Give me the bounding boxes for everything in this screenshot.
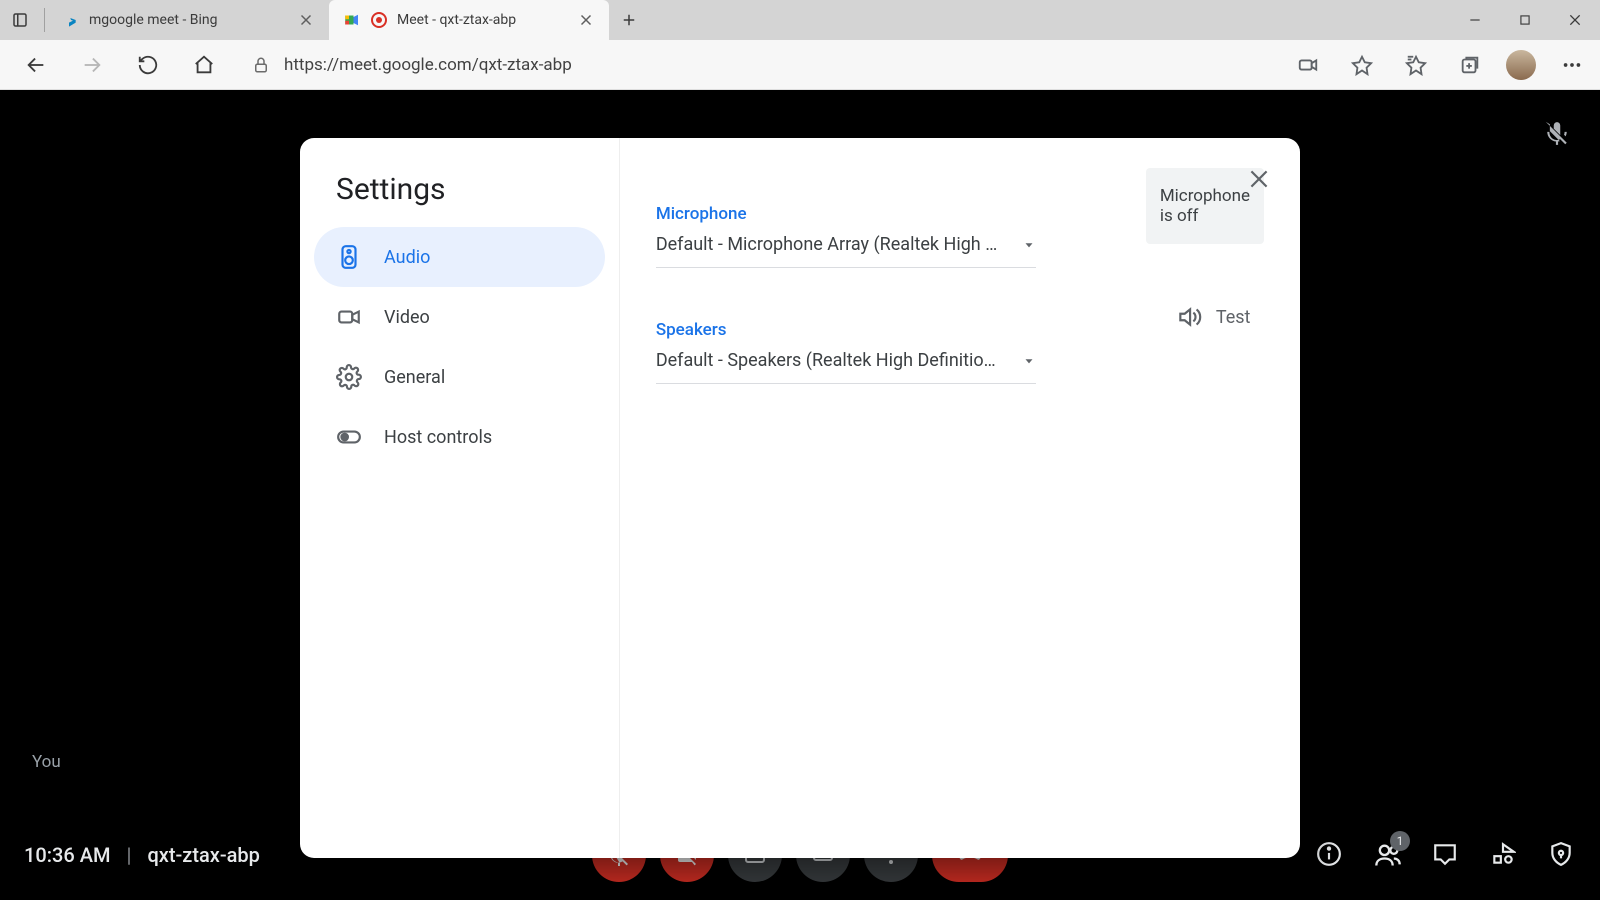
- speaker-icon: [336, 244, 362, 270]
- speakers-section-label: Speakers: [656, 320, 1036, 340]
- tab-bing[interactable]: mgoogle meet - Bing: [49, 0, 329, 40]
- browser-tabstrip: mgoogle meet - Bing Meet - qxt-ztax-abp: [0, 0, 1600, 40]
- dialog-title: Settings: [314, 172, 605, 227]
- close-icon[interactable]: [577, 11, 595, 29]
- speakers-select[interactable]: Default - Speakers (Realtek High Definit…: [656, 340, 1036, 384]
- window-close-button[interactable]: [1550, 0, 1600, 40]
- dialog-close-button[interactable]: [1236, 156, 1282, 202]
- meeting-clock: 10:36 AM|qxt-ztax-abp: [24, 843, 260, 867]
- toggle-icon: [336, 424, 362, 450]
- close-icon[interactable]: [297, 11, 315, 29]
- microphone-section-label: Microphone: [656, 204, 1036, 224]
- self-tile-label: You: [32, 752, 61, 772]
- nav-label: Video: [384, 307, 430, 328]
- settings-dialog: Settings Audio Video General Host contro…: [300, 138, 1300, 858]
- chevron-down-icon: [1022, 354, 1036, 368]
- favorites-list-icon[interactable]: [1398, 47, 1434, 83]
- home-button[interactable]: [186, 47, 222, 83]
- lock-icon: [252, 56, 270, 74]
- speakers-value: Default - Speakers (Realtek High Definit…: [656, 350, 1006, 371]
- window-maximize-button[interactable]: [1500, 0, 1550, 40]
- nav-item-host-controls[interactable]: Host controls: [314, 407, 605, 467]
- tab-meet[interactable]: Meet - qxt-ztax-abp: [329, 0, 609, 40]
- favorite-star-icon[interactable]: [1344, 47, 1380, 83]
- people-button[interactable]: 1: [1374, 841, 1402, 869]
- nav-label: General: [384, 367, 445, 388]
- microphone-select[interactable]: Default - Microphone Array (Realtek High…: [656, 224, 1036, 268]
- nav-item-general[interactable]: General: [314, 347, 605, 407]
- chevron-down-icon: [1022, 238, 1036, 252]
- reload-button[interactable]: [130, 47, 166, 83]
- camera-permission-icon[interactable]: [1290, 47, 1326, 83]
- nav-label: Audio: [384, 247, 430, 268]
- activities-button[interactable]: [1490, 841, 1518, 869]
- bing-icon: [63, 12, 79, 28]
- nav-item-video[interactable]: Video: [314, 287, 605, 347]
- nav-label: Host controls: [384, 427, 492, 448]
- browser-menu-button[interactable]: [1554, 47, 1590, 83]
- tab-label: mgoogle meet - Bing: [89, 12, 287, 28]
- tab-label: Meet - qxt-ztax-abp: [397, 12, 567, 28]
- chat-button[interactable]: [1432, 841, 1460, 869]
- gear-icon: [336, 364, 362, 390]
- profile-avatar[interactable]: [1506, 50, 1536, 80]
- new-tab-button[interactable]: [609, 0, 649, 40]
- meeting-details-button[interactable]: [1316, 841, 1344, 869]
- collections-icon[interactable]: [1452, 47, 1488, 83]
- test-label: Test: [1216, 307, 1251, 328]
- forward-button[interactable]: [74, 47, 110, 83]
- record-icon: [371, 12, 387, 28]
- url-text: https://meet.google.com/qxt-ztax-abp: [284, 55, 572, 75]
- mic-muted-indicator: [1544, 120, 1570, 146]
- videocam-icon: [336, 304, 362, 330]
- participant-count-badge: 1: [1390, 831, 1410, 851]
- address-bar: https://meet.google.com/qxt-ztax-abp: [0, 40, 1600, 90]
- tab-actions-button[interactable]: [0, 0, 40, 40]
- host-controls-button[interactable]: [1548, 841, 1576, 869]
- close-icon: [1246, 166, 1272, 192]
- google-meet-icon: [343, 11, 361, 29]
- microphone-value: Default - Microphone Array (Realtek High…: [656, 234, 1006, 255]
- test-speakers-button[interactable]: Test: [1176, 294, 1251, 330]
- volume-icon: [1176, 304, 1202, 330]
- nav-item-audio[interactable]: Audio: [314, 227, 605, 287]
- url-field[interactable]: https://meet.google.com/qxt-ztax-abp: [242, 55, 1270, 75]
- window-minimize-button[interactable]: [1450, 0, 1500, 40]
- back-button[interactable]: [18, 47, 54, 83]
